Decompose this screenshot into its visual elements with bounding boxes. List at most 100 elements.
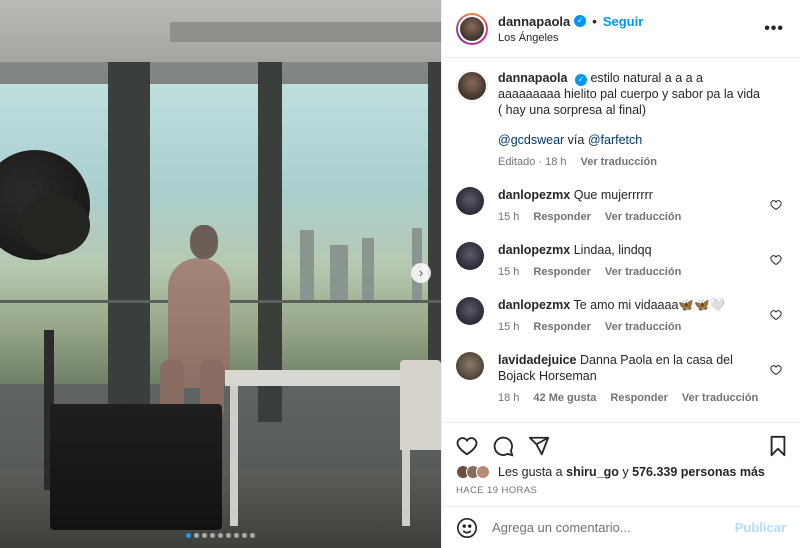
translate-link[interactable]: Ver traducción xyxy=(605,264,681,280)
post-timestamp[interactable]: HACE 19 HORAS xyxy=(456,485,786,496)
follow-button[interactable]: Seguir xyxy=(603,14,643,29)
comment-username[interactable]: danlopezmx xyxy=(498,298,570,312)
heart-icon[interactable] xyxy=(770,199,782,214)
post-header: dannapaola ✓ • Seguir Los Ángeles ••• xyxy=(442,0,800,58)
photo-column xyxy=(258,62,282,422)
reply-link[interactable]: Responder xyxy=(533,319,590,335)
comment-meta: 15 h Responder Ver traducción xyxy=(498,319,764,335)
bookmark-icon[interactable] xyxy=(768,435,788,457)
verified-icon: ✓ xyxy=(574,15,587,27)
comment-text: Te amo mi vidaaaa🦋🦋🤍 xyxy=(573,298,726,312)
photo-desk xyxy=(225,370,415,386)
comment-meta: 18 h 42 Me gusta Responder Ver traducció… xyxy=(498,390,764,406)
comments-list[interactable]: dannapaola ✓ estilo natural a a a a aaaa… xyxy=(442,58,800,422)
photo-beam xyxy=(170,22,441,42)
comment-item: danlopezmx Te amo mi vidaaaa🦋🦋🤍 15 h Res… xyxy=(456,297,786,335)
caption: dannapaola ✓ estilo natural a a a a aaaa… xyxy=(456,70,786,170)
separator-dot: • xyxy=(592,13,597,29)
likes-prefix: Les gusta a xyxy=(498,465,563,479)
photo-building xyxy=(362,238,374,300)
photo-building xyxy=(330,245,348,300)
caption-meta: Editado · 18 h Ver traducción xyxy=(498,154,764,170)
comment-time: 15 h xyxy=(498,266,520,278)
photo-plant xyxy=(20,195,90,255)
comment-composer: Publicar xyxy=(442,506,800,548)
avatar[interactable] xyxy=(456,12,488,45)
comment-body: danlopezmx Que mujerrrrrr 15 h Responder… xyxy=(498,187,786,225)
post-actions: Les gusta a shiru_go y 576.339 personas … xyxy=(442,422,800,548)
likes-count[interactable]: 576.339 personas más xyxy=(632,465,765,479)
heart-icon[interactable] xyxy=(770,364,782,379)
mention-link[interactable]: @farfetch xyxy=(588,133,642,147)
carousel-dot[interactable] xyxy=(234,533,239,538)
avatar[interactable] xyxy=(456,70,488,102)
caption-body: dannapaola ✓ estilo natural a a a a aaaa… xyxy=(498,70,786,170)
carousel-dot[interactable] xyxy=(186,533,191,538)
likes-summary[interactable]: Les gusta a shiru_go y 576.339 personas … xyxy=(456,465,786,479)
comment-item: danlopezmx Que mujerrrrrr 15 h Responder… xyxy=(456,187,786,225)
comment-meta: 15 h Responder Ver traducción xyxy=(498,209,764,225)
caption-mentions: @gcdswear vía @farfetch xyxy=(498,132,764,148)
likes-conj: y xyxy=(622,465,629,479)
avatar[interactable] xyxy=(456,297,484,325)
photo-person-head xyxy=(190,225,218,259)
comment-time: 15 h xyxy=(498,211,520,223)
comment-text: Que mujerrrrrr xyxy=(573,188,653,202)
carousel-dot[interactable] xyxy=(210,533,215,538)
photo-desk-leg xyxy=(230,386,238,526)
carousel-dot[interactable] xyxy=(250,533,255,538)
heart-icon[interactable] xyxy=(456,435,478,457)
comment-body: danlopezmx Lindaa, lindqq 15 h Responder… xyxy=(498,242,786,280)
comment-icon[interactable] xyxy=(492,435,514,457)
comment-username[interactable]: danlopezmx xyxy=(498,188,570,202)
carousel-dot[interactable] xyxy=(202,533,207,538)
photo-chair xyxy=(400,360,441,450)
reply-link[interactable]: Responder xyxy=(610,390,667,406)
comment-username[interactable]: lavidadejuice xyxy=(498,353,577,367)
mention-link[interactable]: @gcdswear xyxy=(498,133,564,147)
carousel-dot[interactable] xyxy=(226,533,231,538)
more-icon[interactable]: ••• xyxy=(764,20,784,38)
share-icon[interactable] xyxy=(528,435,550,457)
comment-username[interactable]: danlopezmx xyxy=(498,243,570,257)
comment-item: danlopezmx Lindaa, lindqq 15 h Responder… xyxy=(456,242,786,280)
liker-avatars xyxy=(456,465,490,479)
post-header-text: dannapaola ✓ • Seguir Los Ángeles xyxy=(498,14,643,44)
carousel-dots xyxy=(0,533,441,538)
verified-icon: ✓ xyxy=(574,74,587,86)
carousel-dot[interactable] xyxy=(194,533,199,538)
action-icons xyxy=(456,431,786,461)
caption-username[interactable]: dannapaola xyxy=(498,71,567,85)
post-modal: › dannapaola ✓ • Seguir Los Ángeles ••• … xyxy=(0,0,800,548)
post-photo[interactable]: › xyxy=(0,0,441,548)
reply-link[interactable]: Responder xyxy=(533,209,590,225)
heart-icon[interactable] xyxy=(770,309,782,324)
comment-body: lavidadejuice Danna Paola en la casa del… xyxy=(498,352,786,406)
carousel-dot[interactable] xyxy=(218,533,223,538)
post-header-line: dannapaola ✓ • Seguir xyxy=(498,14,643,29)
comment-text: Lindaa, lindqq xyxy=(573,243,652,257)
translate-link[interactable]: Ver traducción xyxy=(605,319,681,335)
comment-input[interactable] xyxy=(492,520,735,535)
photo-column xyxy=(108,62,150,422)
carousel-dot[interactable] xyxy=(242,533,247,538)
emoji-icon[interactable] xyxy=(456,517,478,539)
avatar-image xyxy=(458,14,486,43)
translate-link[interactable]: Ver traducción xyxy=(682,390,758,406)
translate-link[interactable]: Ver traducción xyxy=(605,209,681,225)
post-location[interactable]: Los Ángeles xyxy=(498,32,643,44)
avatar[interactable] xyxy=(456,352,484,380)
avatar xyxy=(476,465,490,479)
comment-item: lavidadejuice Danna Paola en la casa del… xyxy=(456,352,786,406)
carousel-next-button[interactable]: › xyxy=(411,263,431,283)
translate-link[interactable]: Ver traducción xyxy=(581,154,657,170)
comment-body: danlopezmx Te amo mi vidaaaa🦋🦋🤍 15 h Res… xyxy=(498,297,786,335)
heart-icon[interactable] xyxy=(770,254,782,269)
reply-link[interactable]: Responder xyxy=(533,264,590,280)
likes-user[interactable]: shiru_go xyxy=(566,465,619,479)
comment-likes[interactable]: 42 Me gusta xyxy=(533,390,596,406)
avatar[interactable] xyxy=(456,187,484,215)
avatar[interactable] xyxy=(456,242,484,270)
post-username[interactable]: dannapaola xyxy=(498,14,570,29)
publish-button[interactable]: Publicar xyxy=(735,520,786,535)
